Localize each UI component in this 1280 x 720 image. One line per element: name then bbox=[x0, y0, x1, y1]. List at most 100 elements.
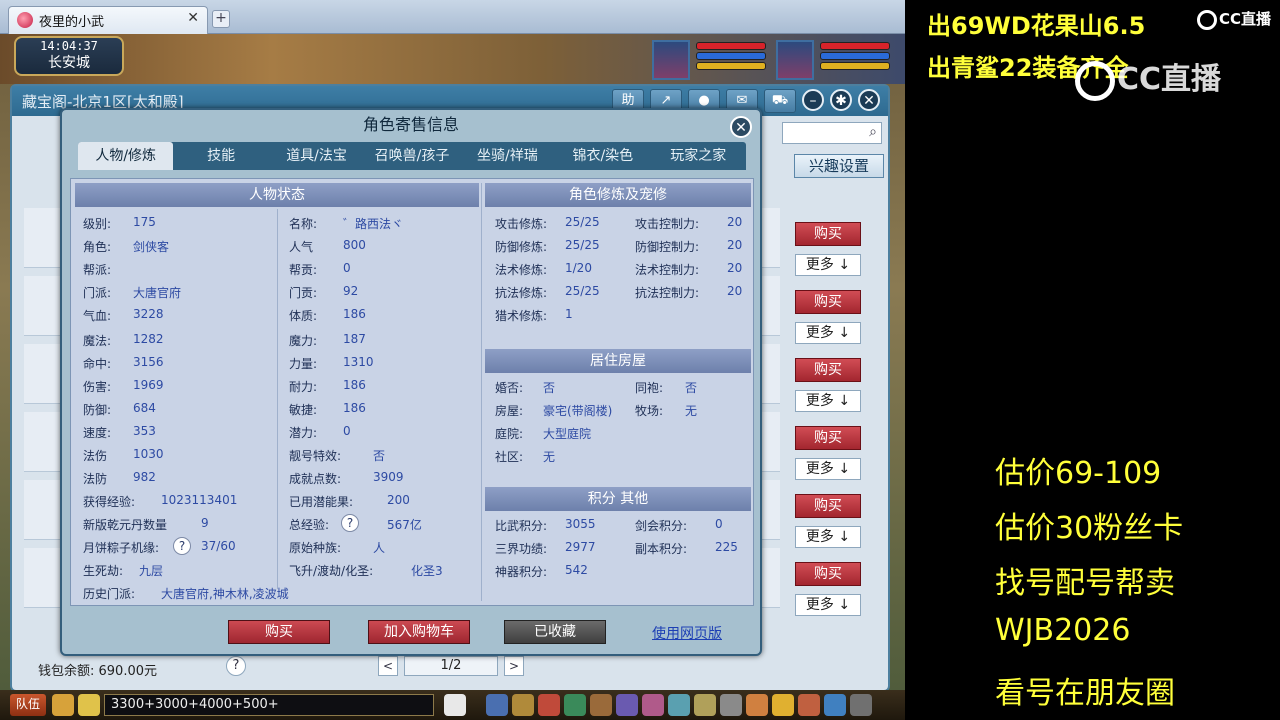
house-row: 婚否: 否同袍: 否 bbox=[495, 381, 698, 395]
help-icon[interactable]: ? bbox=[341, 514, 359, 532]
add-to-cart-button[interactable]: 加入购物车 bbox=[368, 620, 470, 644]
stat-row: 气血: 3228 bbox=[83, 307, 164, 323]
pet-icon[interactable] bbox=[444, 694, 466, 716]
more-button[interactable]: 更多 ↓ bbox=[795, 254, 861, 276]
stat-row: 伤害: 1969 bbox=[83, 378, 164, 394]
cc-watermark-icon bbox=[1075, 60, 1115, 101]
next-page-button[interactable]: > bbox=[504, 656, 524, 676]
interest-settings-button[interactable]: 兴趣设置 bbox=[794, 154, 884, 178]
chat-input[interactable]: 3300+3000+4000+500+ bbox=[104, 694, 434, 716]
search-input[interactable]: ⌕ bbox=[782, 122, 882, 144]
stat-row: 力量: 1310 bbox=[289, 355, 374, 371]
stat-row: 耐力: 186 bbox=[289, 378, 366, 394]
overlay-headline-1: 出69WD花果山6.5 bbox=[927, 12, 1146, 40]
cultivation-row: 抗法修炼: 25/25 抗法控制力: 20 bbox=[495, 284, 743, 300]
cc-live-watermark: CC直播 bbox=[1075, 54, 1221, 101]
section-points: 积分 其他 bbox=[485, 487, 751, 511]
attack-icon[interactable] bbox=[486, 694, 508, 716]
browser-tab-strip: 夜里的小武 ✕ + bbox=[0, 0, 905, 34]
dialog-tabs: 人物/修炼 技能 道具/法宝 召唤兽/孩子 坐骑/祥瑞 锦衣/染色 玩家之家 bbox=[78, 142, 746, 170]
emoji-icon[interactable] bbox=[78, 694, 100, 716]
stat-row: 门贡: 92 bbox=[289, 284, 359, 300]
more-button[interactable]: 更多 ↓ bbox=[795, 322, 861, 344]
pet-portrait[interactable] bbox=[776, 40, 814, 80]
gift-icon[interactable] bbox=[798, 694, 820, 716]
more-button[interactable]: 更多 ↓ bbox=[795, 594, 861, 616]
map-icon[interactable] bbox=[824, 694, 846, 716]
house-row: 庭院: 大型庭院 bbox=[495, 427, 592, 441]
help-icon[interactable]: ? bbox=[173, 537, 191, 555]
smile-icon[interactable] bbox=[772, 694, 794, 716]
stat-row: 命中: 3156 bbox=[83, 355, 164, 371]
quest-icon[interactable] bbox=[642, 694, 664, 716]
tab-skills[interactable]: 技能 bbox=[173, 142, 268, 170]
overlay-line: 估价30粉丝卡 bbox=[995, 511, 1184, 546]
character-detail-dialog: 角色寄售信息 ✕ 人物/修炼 技能 道具/法宝 召唤兽/孩子 坐骑/祥瑞 锦衣/… bbox=[60, 108, 762, 656]
cultivation-row: 法术修炼: 1/20 法术控制力: 20 bbox=[495, 261, 743, 277]
buy-button[interactable]: 购买 bbox=[795, 222, 861, 246]
pet-menu-icon[interactable] bbox=[616, 694, 638, 716]
close-tab-icon[interactable]: ✕ bbox=[187, 10, 199, 26]
close-icon[interactable]: ✕ bbox=[858, 89, 880, 111]
minimap-clock[interactable]: 14:04:37 长安城 bbox=[14, 36, 124, 76]
favorited-button[interactable]: 已收藏 bbox=[504, 620, 606, 644]
friends-icon[interactable] bbox=[694, 694, 716, 716]
tab-mounts[interactable]: 坐骑/祥瑞 bbox=[460, 142, 555, 170]
settings-icon[interactable] bbox=[850, 694, 872, 716]
player-hp-bar bbox=[696, 42, 766, 50]
overlay-line: 估价69-109 bbox=[995, 456, 1162, 491]
buy-button[interactable]: 购买 bbox=[795, 426, 861, 450]
search-icon[interactable]: ⌕ bbox=[869, 124, 877, 140]
more-button[interactable]: 更多 ↓ bbox=[795, 458, 861, 480]
stat-row: 敏捷: 186 bbox=[289, 401, 366, 417]
cart-icon[interactable]: ⛟ bbox=[764, 89, 796, 113]
guild-icon[interactable] bbox=[668, 694, 690, 716]
cultivation-row: 攻击修炼: 25/25 攻击控制力: 20 bbox=[495, 215, 743, 231]
points-row: 神器积分: 542 bbox=[495, 563, 588, 579]
tab-outfits[interactable]: 锦衣/染色 bbox=[555, 142, 650, 170]
pet-mp-bar bbox=[820, 52, 890, 60]
browser-tab[interactable]: 夜里的小武 ✕ bbox=[8, 6, 208, 34]
more-button[interactable]: 更多 ↓ bbox=[795, 526, 861, 548]
items-icon[interactable] bbox=[512, 694, 534, 716]
dialog-close-icon[interactable]: ✕ bbox=[730, 116, 752, 138]
points-row: 比武积分: 3055 剑会积分: 0 bbox=[495, 517, 723, 533]
minimize-icon[interactable]: – bbox=[802, 89, 824, 111]
prev-page-button[interactable]: < bbox=[378, 656, 398, 676]
team-icon[interactable] bbox=[590, 694, 612, 716]
trade-icon[interactable] bbox=[564, 694, 586, 716]
stat-row: 飞升/渡劫/化圣: 化圣3 bbox=[289, 564, 443, 578]
help-icon[interactable]: ? bbox=[226, 656, 246, 676]
dialog-actions: 购买 加入购物车 已收藏 使用网页版 bbox=[62, 620, 760, 646]
player-portrait[interactable] bbox=[652, 40, 690, 80]
buy-button[interactable]: 购买 bbox=[795, 290, 861, 314]
tab-character[interactable]: 人物/修炼 bbox=[78, 142, 174, 170]
stat-row: 成就点数: 3909 bbox=[289, 470, 404, 486]
use-web-version-link[interactable]: 使用网页版 bbox=[652, 623, 722, 643]
stat-row: 法防 982 bbox=[83, 470, 156, 486]
more-button[interactable]: 更多 ↓ bbox=[795, 390, 861, 412]
tab-home[interactable]: 玩家之家 bbox=[651, 142, 746, 170]
stat-row: 潜力: 0 bbox=[289, 424, 351, 440]
buy-button[interactable]: 购买 bbox=[795, 494, 861, 518]
buy-button[interactable]: 购买 bbox=[228, 620, 330, 644]
pet-hp-bar bbox=[820, 42, 890, 50]
stat-row: 魔力: 187 bbox=[289, 332, 366, 348]
app-icon bbox=[17, 12, 33, 28]
activity-icon[interactable] bbox=[746, 694, 768, 716]
player-sp-bar bbox=[696, 62, 766, 70]
current-city: 长安城 bbox=[48, 55, 90, 71]
stat-row: 法伤 1030 bbox=[83, 447, 164, 463]
settings-icon[interactable]: ✱ bbox=[830, 89, 852, 111]
buy-button[interactable]: 购买 bbox=[795, 562, 861, 586]
new-tab-button[interactable]: + bbox=[212, 10, 230, 28]
tab-pets[interactable]: 召唤兽/孩子 bbox=[364, 142, 459, 170]
stat-row: 原始种族: 人 bbox=[289, 541, 386, 555]
buy-button[interactable]: 购买 bbox=[795, 358, 861, 382]
voice-icon[interactable] bbox=[52, 694, 74, 716]
give-icon[interactable] bbox=[538, 694, 560, 716]
tab-items[interactable]: 道具/法宝 bbox=[269, 142, 364, 170]
system-icon[interactable] bbox=[720, 694, 742, 716]
stat-row: 已用潜能果: 200 bbox=[289, 493, 410, 509]
team-button[interactable]: 队伍 bbox=[10, 694, 46, 716]
